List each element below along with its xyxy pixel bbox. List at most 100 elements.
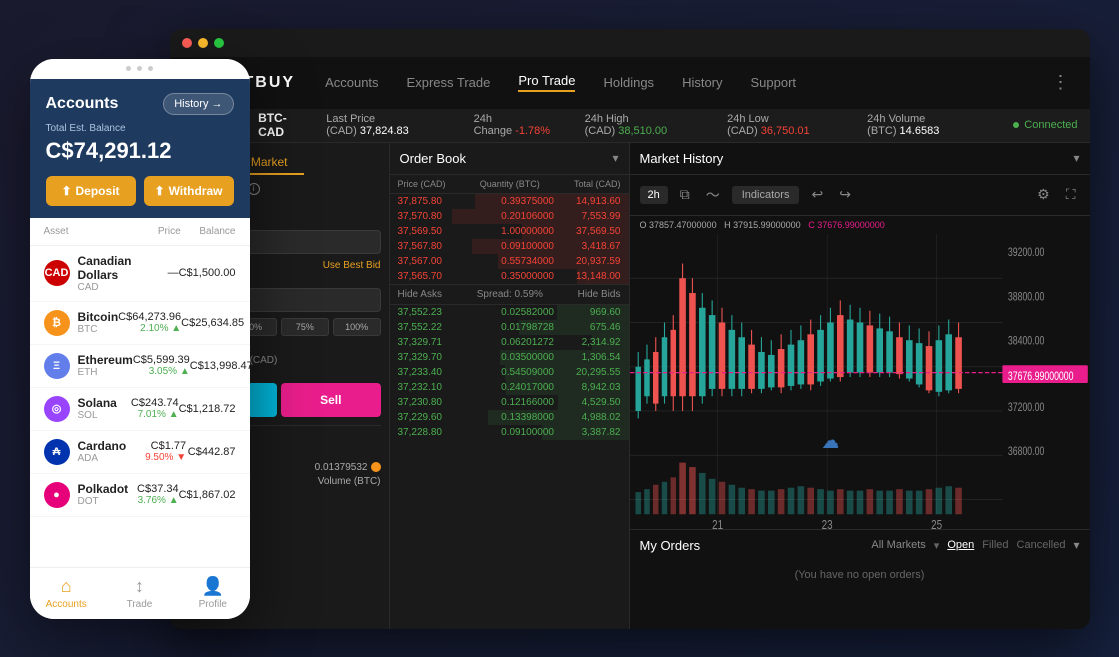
asset-balance-col-dot: C$1,867.02 [179,489,236,501]
24h-volume-value: 14.6583 [900,125,940,137]
bid-price: 37,552.22 [398,322,468,333]
asset-balance-dot: C$1,867.02 [179,489,236,501]
chart-title: Market History [640,151,724,166]
more-menu-button[interactable]: ⋮ [1052,72,1070,93]
asset-balance-cad: C$1,500.00 [179,267,236,279]
orders-market-filter[interactable]: All Markets [871,539,925,551]
mobile-app: Accounts History → Total Est. Balance C$… [30,59,250,619]
asset-price-dot: C$37.34 [133,483,179,495]
hide-bids-link[interactable]: Hide Bids [578,289,621,300]
chart-area: Market History ▾ 2h ⧉ 〜 Indicators ↩ ↪ ⚙… [630,143,1090,629]
bid-row[interactable]: 37,552.22 0.01798728 675.46 [390,320,629,335]
sell-button[interactable]: Sell [281,383,381,417]
asset-price-col-btc: C$64,273.96 2.10% ▲ [118,311,181,334]
nav-accounts[interactable]: Accounts [325,75,378,90]
mobile-nav-profile[interactable]: 👤 Profile [176,568,249,619]
bid-row[interactable]: 37,229.60 0.13398000 4,988.02 [390,410,629,425]
asset-symbol-eth: ETH [78,367,133,378]
bid-row[interactable]: 37,552.23 0.02582000 969.60 [390,305,629,320]
mobile-asset-row[interactable]: ₿ Bitcoin BTC C$64,273.96 2.10% ▲ C$25,6… [30,302,250,345]
close-dot[interactable] [182,38,192,48]
ask-row[interactable]: 37,567.80 0.09100000 3,418.67 [390,239,629,254]
24h-high-value: 38,510.00 [618,125,667,137]
bid-row[interactable]: 37,230.80 0.12166000 4,529.50 [390,395,629,410]
asset-price-col-ada: C$1.77 9.50% ▼ [137,440,186,463]
orders-filled-filter[interactable]: Filled [982,539,1008,551]
bid-row[interactable]: 37,329.70 0.03500000 1,306.54 [390,350,629,365]
trading-pair[interactable]: BTC-CAD [258,111,312,139]
spread-row: Hide Asks Spread: 0.59% Hide Bids [390,284,629,305]
24h-low: 24h Low (CAD) 36,750.01 [727,113,853,137]
mobile-withdraw-button[interactable]: ⬆ Withdraw [144,176,234,206]
mobile-nav-trade[interactable]: ↕ Trade [103,568,176,619]
bid-row[interactable]: 37,228.80 0.09100000 3,387.82 [390,425,629,440]
svg-text:38800.00: 38800.00 [1007,291,1044,303]
mobile-asset-row[interactable]: ● Polkadot DOT C$37.34 3.76% ▲ C$1,867.0… [30,474,250,517]
trade-nav-label: Trade [127,599,153,610]
nav-support[interactable]: Support [751,75,797,90]
mobile-asset-list: Asset Price Balance CAD Canadian Dollars… [30,218,250,576]
mobile-asset-row[interactable]: CAD Canadian Dollars CAD — C$1,500.00 [30,246,250,302]
mobile-balance-label: Total Est. Balance [46,123,234,134]
mobile-asset-row[interactable]: ◎ Solana SOL C$243.74 7.01% ▲ C$1,218.72 [30,388,250,431]
scene: © BITBUY Accounts Express Trade Pro Trad… [30,19,1090,639]
pct-100-button[interactable]: 100% [333,318,381,336]
asset-name-ada: Cardano [78,439,137,453]
asset-name-btc: Bitcoin [78,310,119,324]
asset-info-cad: Canadian Dollars CAD [78,254,133,293]
undo-icon[interactable]: ↩ [807,184,827,205]
ask-row[interactable]: 37,567.00 0.55734000 20,937.59 [390,254,629,269]
nav-express-trade[interactable]: Express Trade [407,75,491,90]
withdraw-icon: ⬆ [155,184,165,198]
ask-row[interactable]: 37,570.80 0.20106000 7,553.99 [390,209,629,224]
mobile-deposit-button[interactable]: ⬆ Deposit [46,176,136,206]
24h-change: 24h Change -1.78% [474,113,571,137]
timeframe-2h-button[interactable]: 2h [640,186,668,204]
accounts-nav-icon: ⌂ [61,576,72,597]
ask-row[interactable]: 37,565.70 0.35000000 13,148.00 [390,269,629,284]
asset-change-dot: 3.76% ▲ [133,495,179,506]
ask-row[interactable]: 37,875.80 0.39375000 14,913.60 [390,194,629,209]
ob-column-headers: Price (CAD) Quantity (BTC) Total (CAD) [390,175,629,194]
mobile-accounts-title: Accounts [46,95,119,113]
bid-row[interactable]: 37,329.71 0.06201272 2,314.92 [390,335,629,350]
maximize-dot[interactable] [214,38,224,48]
asset-change-sol: 7.01% ▲ [131,409,179,420]
asset-name-eth: Ethereum [78,353,133,367]
bid-row[interactable]: 37,232.10 0.24017000 8,942.03 [390,380,629,395]
fullscreen-icon[interactable]: ⛶ [1062,184,1080,205]
indicators-button[interactable]: Indicators [732,186,800,204]
nav-history[interactable]: History [682,75,722,90]
orders-chevron[interactable]: ▾ [1073,538,1079,552]
mobile-nav-accounts[interactable]: ⌂ Accounts [30,568,103,619]
orders-open-filter[interactable]: Open [947,539,974,551]
col-header-asset: Asset [44,226,126,237]
pct-75-button[interactable]: 75% [281,318,329,336]
asset-price-btc: C$64,273.96 [118,311,181,323]
wave-icon[interactable]: 〜 [702,183,724,207]
ob-header-qty: Quantity (BTC) [480,179,540,189]
mobile-asset-row[interactable]: ₳ Cardano ADA C$1.77 9.50% ▼ C$442.87 [30,431,250,474]
hide-asks-link[interactable]: Hide Asks [398,289,442,300]
order-book-chevron[interactable]: ▾ [612,151,618,165]
history-vol-label-2: Volume (BTC) [318,476,381,487]
asset-balance-col-btc: C$25,634.85 [181,317,244,329]
orders-cancelled-filter[interactable]: Cancelled [1017,539,1066,551]
mobile-history-button[interactable]: History → [163,93,233,115]
ob-header-total: Total (CAD) [574,179,621,189]
bid-row[interactable]: 37,233.40 0.54509000 20,295.55 [390,365,629,380]
ask-row[interactable]: 37,569.50 1.00000000 37,569.50 [390,224,629,239]
last-price-value: 37,824.83 [360,125,409,137]
filter-separator-1: ▾ [934,539,940,552]
mobile-asset-row[interactable]: Ξ Ethereum ETH C$5,599.39 3.05% ▲ C$13,9… [30,345,250,388]
minimize-dot[interactable] [198,38,208,48]
nav-holdings[interactable]: Holdings [603,75,654,90]
svg-text:25: 25 [931,517,942,528]
chart-chevron[interactable]: ▾ [1073,151,1079,165]
vol-indicator [371,462,381,472]
settings-icon[interactable]: ⚙ [1033,184,1054,205]
redo-icon[interactable]: ↪ [835,184,855,205]
chart-type-icon[interactable]: ⧉ [676,184,694,205]
asset-info-btc: Bitcoin BTC [78,310,119,335]
nav-pro-trade[interactable]: Pro Trade [518,73,575,92]
